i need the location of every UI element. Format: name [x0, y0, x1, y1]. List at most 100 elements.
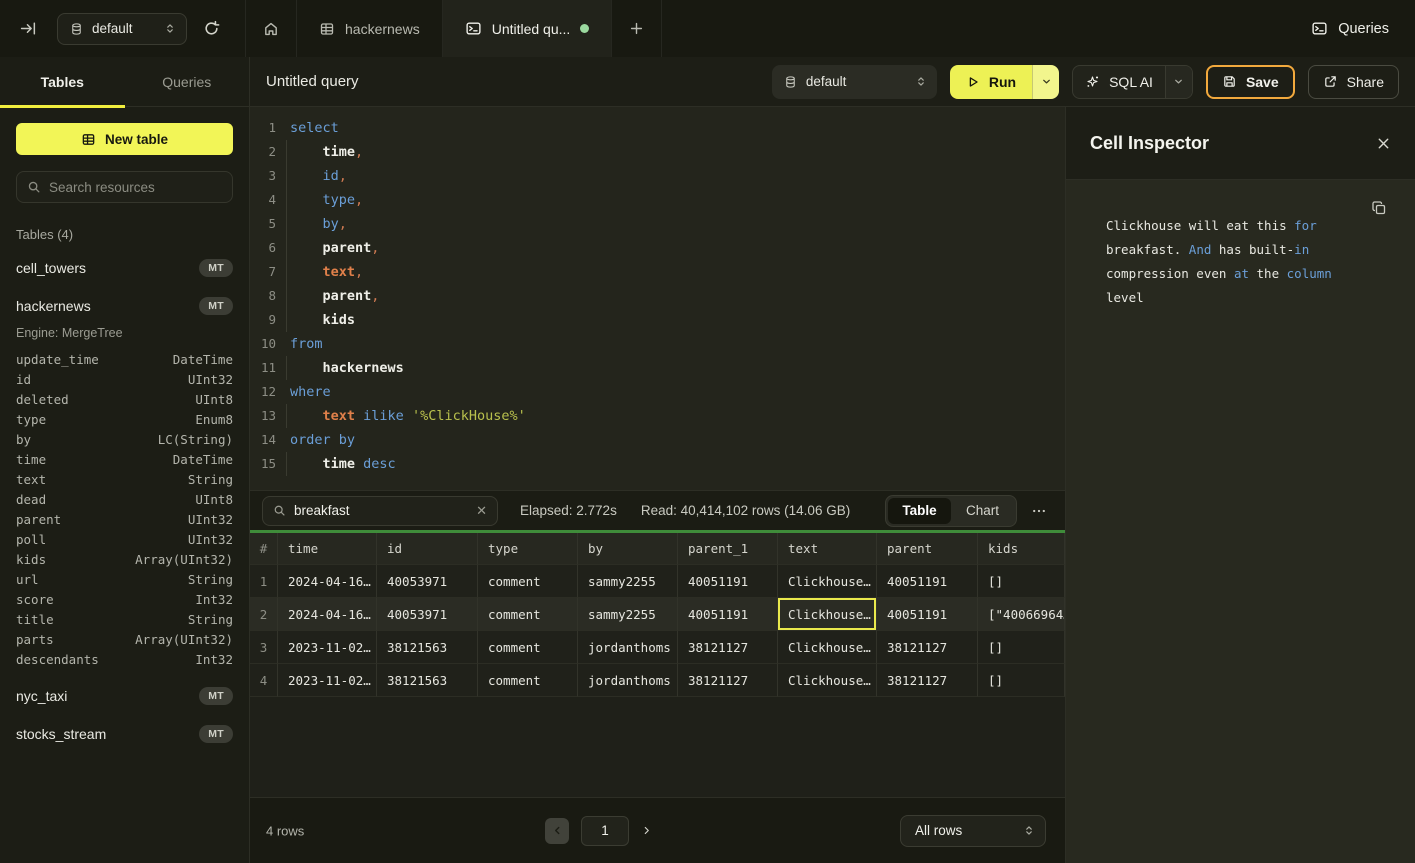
sql-ai-options-button[interactable] — [1165, 66, 1192, 98]
code-line[interactable]: 14order by — [250, 428, 1065, 452]
code-line[interactable]: 13 text ilike '%ClickHouse%' — [250, 404, 1065, 428]
share-button[interactable]: Share — [1308, 65, 1399, 99]
topbar-database-select[interactable]: default — [57, 13, 187, 45]
table-cell[interactable]: 38121127 — [678, 664, 778, 697]
view-tab-table[interactable]: Table — [888, 498, 951, 524]
column-header-num[interactable]: # — [250, 533, 278, 565]
table-list-item-hackernews[interactable]: hackernewsMT — [16, 294, 233, 318]
page-size-select[interactable]: All rows — [900, 815, 1046, 847]
column-header-parent[interactable]: parent — [877, 533, 978, 565]
sidebar-tab-queries[interactable]: Queries — [125, 57, 250, 106]
column-row[interactable]: textString — [16, 470, 233, 490]
column-row[interactable]: titleString — [16, 610, 233, 630]
search-resources-input[interactable] — [49, 180, 222, 195]
code-line[interactable]: 1select — [250, 116, 1065, 140]
run-button[interactable]: Run — [950, 65, 1032, 99]
table-cell[interactable]: 40051191 — [678, 565, 778, 598]
column-header-parent_1[interactable]: parent_1 — [678, 533, 778, 565]
column-row[interactable]: update_timeDateTime — [16, 350, 233, 370]
table-cell[interactable]: sammy2255 — [578, 565, 678, 598]
code-line[interactable]: 7 text, — [250, 260, 1065, 284]
next-page-button[interactable] — [641, 825, 652, 836]
page-number-input[interactable] — [581, 816, 629, 846]
table-cell[interactable]: 40051191 — [877, 598, 978, 631]
code-line[interactable]: 9 kids — [250, 308, 1065, 332]
column-row[interactable]: descendantsInt32 — [16, 650, 233, 670]
code-line[interactable]: 6 parent, — [250, 236, 1065, 260]
table-cell[interactable]: comment — [478, 598, 578, 631]
table-list-item-cell_towers[interactable]: cell_towersMT — [16, 256, 233, 280]
column-row[interactable]: partsArray(UInt32) — [16, 630, 233, 650]
table-list-item-stocks_stream[interactable]: stocks_streamMT — [16, 722, 233, 746]
code-line[interactable]: 2 time, — [250, 140, 1065, 164]
code-line[interactable]: 5 by, — [250, 212, 1065, 236]
collapse-sidebar-button[interactable] — [0, 0, 57, 57]
code-line[interactable]: 15 time desc — [250, 452, 1065, 476]
table-cell[interactable]: [] — [978, 631, 1065, 664]
table-cell[interactable]: ["40066964… — [978, 598, 1065, 631]
column-header-kids[interactable]: kids — [978, 533, 1065, 565]
code-line[interactable]: 3 id, — [250, 164, 1065, 188]
table-cell[interactable]: 2024-04-16… — [278, 565, 377, 598]
queries-button[interactable]: Queries — [1311, 0, 1389, 57]
save-button[interactable]: Save — [1206, 65, 1295, 99]
column-header-by[interactable]: by — [578, 533, 678, 565]
view-tab-chart[interactable]: Chart — [951, 498, 1014, 524]
table-cell[interactable]: 38121127 — [877, 664, 978, 697]
column-row[interactable]: urlString — [16, 570, 233, 590]
sidebar-tab-tables[interactable]: Tables — [0, 57, 125, 106]
table-cell[interactable]: 40051191 — [877, 565, 978, 598]
previous-page-button[interactable] — [545, 818, 569, 844]
table-cell[interactable]: Clickhouse… — [778, 598, 877, 631]
table-cell[interactable]: 2024-04-16… — [278, 598, 377, 631]
column-header-type[interactable]: type — [478, 533, 578, 565]
sql-ai-button[interactable]: SQL AI — [1073, 74, 1165, 90]
table-cell[interactable]: sammy2255 — [578, 598, 678, 631]
tab-untitled-query[interactable]: Untitled qu... — [442, 0, 612, 57]
column-header-text[interactable]: text — [778, 533, 877, 565]
column-row[interactable]: timeDateTime — [16, 450, 233, 470]
table-cell[interactable]: 38121127 — [877, 631, 978, 664]
column-row[interactable]: kidsArray(UInt32) — [16, 550, 233, 570]
table-cell[interactable]: Clickhouse… — [778, 631, 877, 664]
column-row[interactable]: byLC(String) — [16, 430, 233, 450]
table-cell[interactable]: 38121563 — [377, 664, 478, 697]
table-cell[interactable]: [] — [978, 565, 1065, 598]
code-line[interactable]: 10from — [250, 332, 1065, 356]
column-header-id[interactable]: id — [377, 533, 478, 565]
column-header-time[interactable]: time — [278, 533, 377, 565]
code-line[interactable]: 8 parent, — [250, 284, 1065, 308]
table-cell[interactable]: Clickhouse… — [778, 664, 877, 697]
new-tab-button[interactable] — [611, 0, 662, 57]
run-options-button[interactable] — [1032, 65, 1059, 99]
tab-hackernews[interactable]: hackernews — [296, 0, 442, 57]
code-line[interactable]: 11 hackernews — [250, 356, 1065, 380]
table-cell[interactable]: 2023-11-02… — [278, 664, 377, 697]
column-row[interactable]: deadUInt8 — [16, 490, 233, 510]
close-inspector-button[interactable] — [1376, 136, 1391, 151]
code-line[interactable]: 12where — [250, 380, 1065, 404]
table-cell[interactable]: 40053971 — [377, 565, 478, 598]
table-cell[interactable]: comment — [478, 631, 578, 664]
table-cell[interactable]: [] — [978, 664, 1065, 697]
table-cell[interactable]: 40051191 — [678, 598, 778, 631]
column-row[interactable]: parentUInt32 — [16, 510, 233, 530]
column-row[interactable]: typeEnum8 — [16, 410, 233, 430]
table-cell[interactable]: comment — [478, 565, 578, 598]
column-row[interactable]: pollUInt32 — [16, 530, 233, 550]
table-cell[interactable]: 2023-11-02… — [278, 631, 377, 664]
sidebar-search[interactable] — [16, 171, 233, 203]
table-cell[interactable]: Clickhouse… — [778, 565, 877, 598]
copy-cell-button[interactable] — [1371, 200, 1387, 216]
column-row[interactable]: idUInt32 — [16, 370, 233, 390]
clear-search-icon[interactable]: ✕ — [476, 503, 487, 519]
table-cell[interactable]: comment — [478, 664, 578, 697]
column-row[interactable]: scoreInt32 — [16, 590, 233, 610]
more-options-button[interactable] — [1031, 503, 1047, 519]
table-cell[interactable]: 38121127 — [678, 631, 778, 664]
refresh-button[interactable] — [193, 11, 229, 47]
tab-home[interactable] — [245, 0, 296, 57]
table-cell[interactable]: jordanthoms — [578, 664, 678, 697]
table-list-item-nyc_taxi[interactable]: nyc_taxiMT — [16, 684, 233, 708]
table-cell[interactable]: 38121563 — [377, 631, 478, 664]
